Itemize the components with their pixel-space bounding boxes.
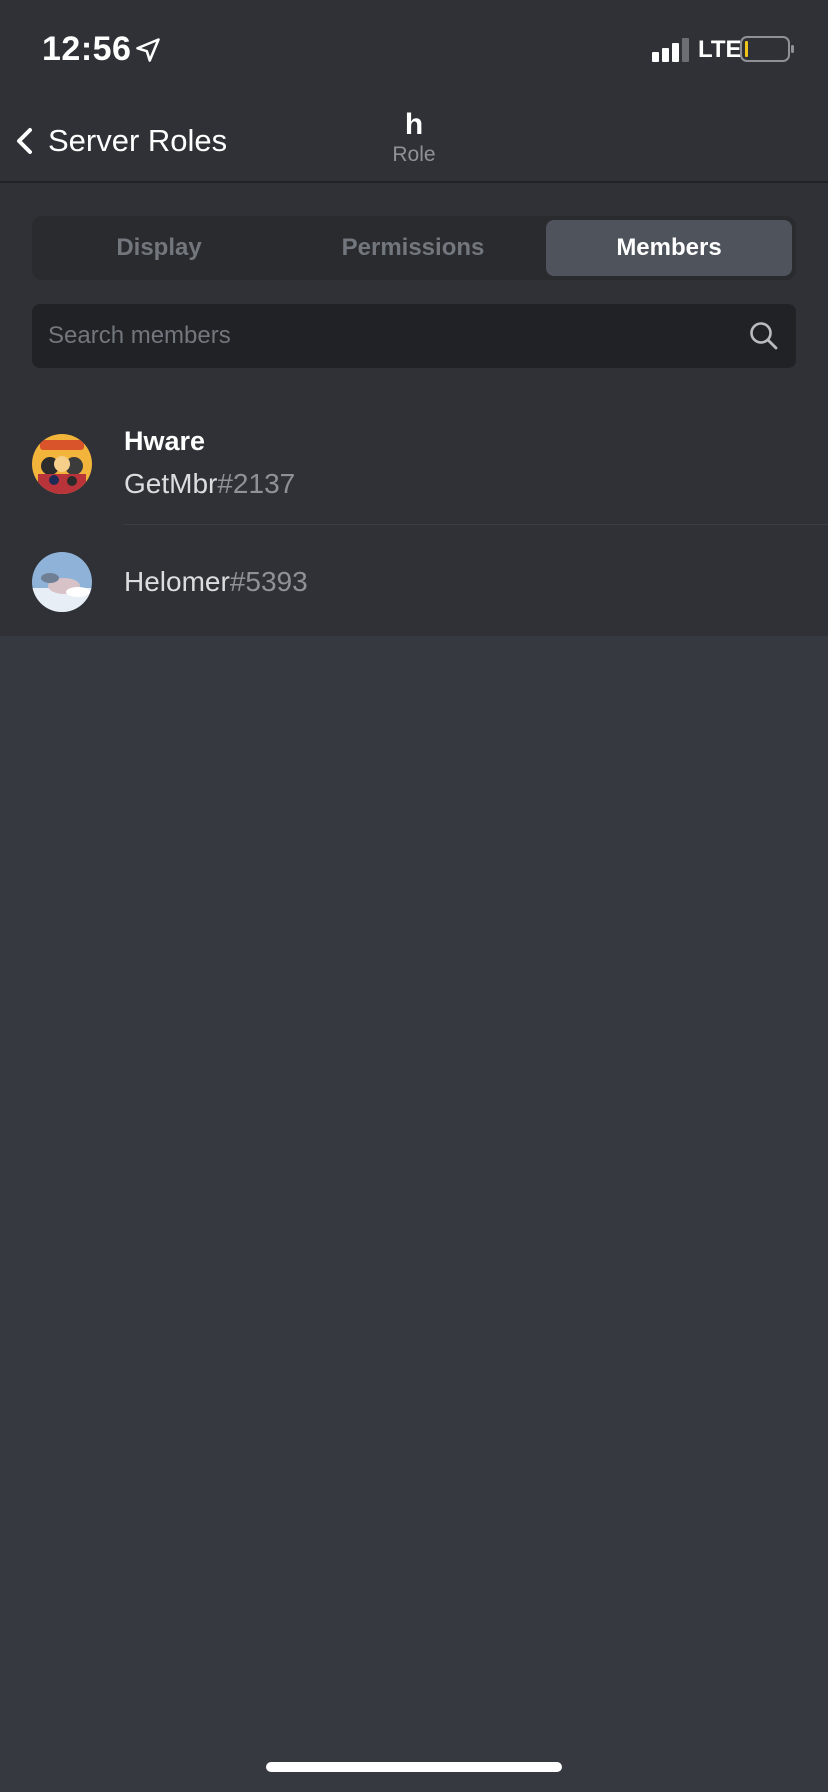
status-time: 12:56 (42, 30, 132, 68)
avatar (32, 552, 92, 612)
search-icon[interactable] (748, 320, 780, 352)
signal-icon (652, 38, 689, 62)
discriminator: #5393 (229, 566, 308, 597)
username-text: GetMbr (124, 468, 218, 499)
page-subtitle: Role (392, 143, 436, 166)
discriminator: #2137 (217, 468, 296, 499)
navigation-header: Server Roles h Role (0, 100, 828, 182)
network-type: LTE (698, 36, 742, 63)
status-bar: 12:56 LTE (0, 0, 828, 100)
list-divider (124, 524, 828, 525)
page-title: h (404, 108, 424, 141)
tab-display[interactable]: Display (36, 220, 282, 276)
page-title-block: h Role (0, 108, 828, 168)
member-row[interactable]: Helomer#5393 (0, 528, 828, 636)
search-bar (32, 304, 796, 368)
header-divider (0, 181, 828, 183)
username-text: Helomer (124, 566, 230, 597)
battery-icon (740, 36, 794, 62)
role-tabs: Display Permissions Members (32, 216, 796, 280)
member-row[interactable]: Hware GetMbr#2137 (0, 422, 828, 526)
search-input[interactable] (32, 304, 732, 368)
member-display-name: Hware (124, 426, 206, 456)
tab-permissions[interactable]: Permissions (290, 220, 536, 276)
tab-members[interactable]: Members (546, 220, 792, 276)
home-indicator (266, 1762, 562, 1772)
member-username: GetMbr#2137 (124, 468, 295, 500)
avatar (32, 434, 92, 494)
location-arrow-icon (136, 38, 160, 62)
member-username: Helomer#5393 (124, 566, 308, 598)
